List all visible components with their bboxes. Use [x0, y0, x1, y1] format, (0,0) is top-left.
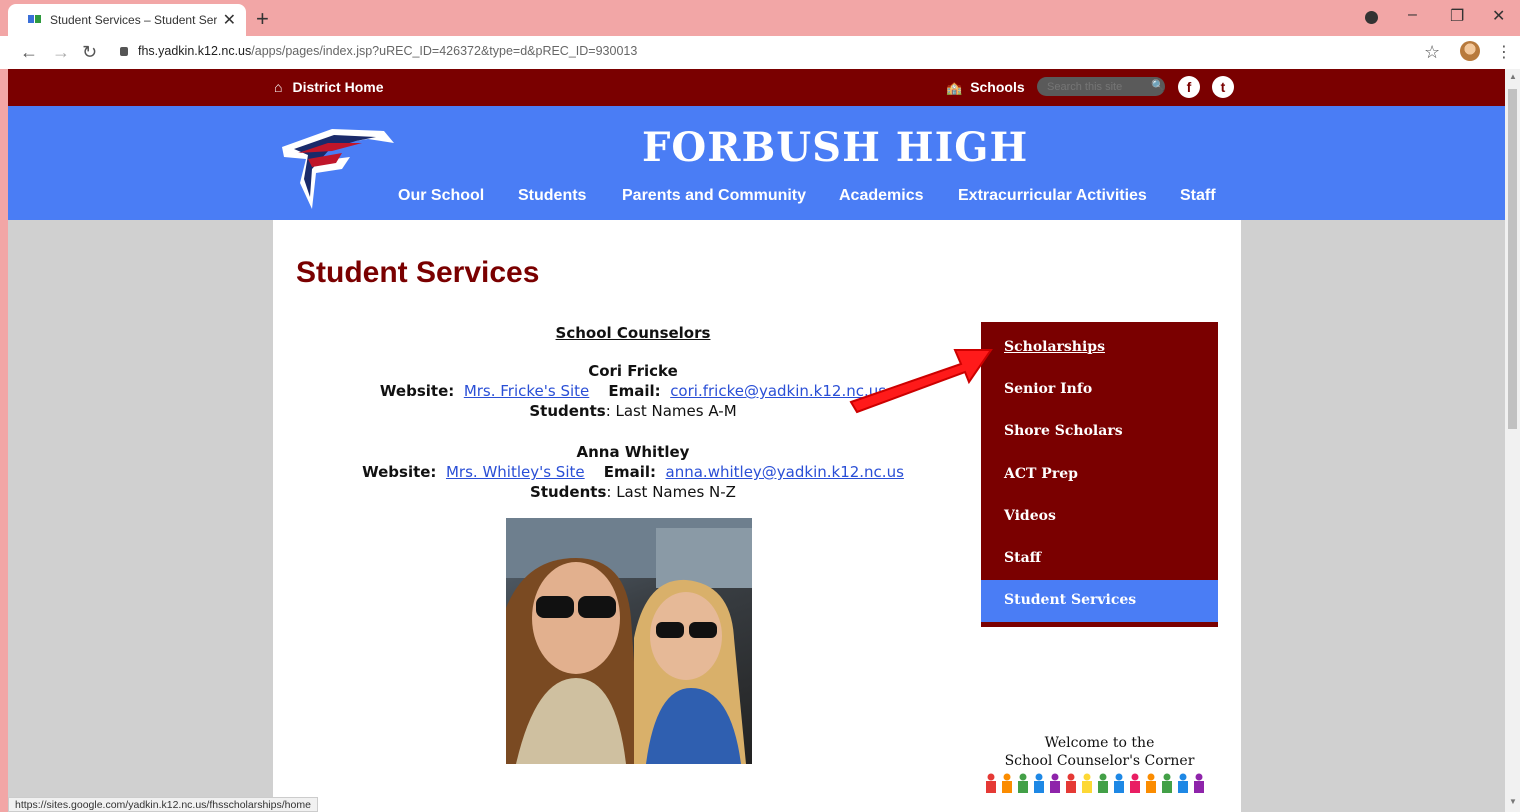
menu-item-act-prep[interactable]: ACT Prep: [1004, 466, 1078, 482]
counselors-photo: [506, 518, 752, 764]
page-title: Student Services: [296, 256, 540, 289]
link-status-bar: https://sites.google.com/yadkin.k12.nc.u…: [8, 797, 318, 812]
menu-item-scholarships[interactable]: Scholarships: [1004, 339, 1105, 355]
counselor-email-link[interactable]: anna.whitley@yadkin.k12.nc.us: [666, 463, 904, 481]
back-icon[interactable]: ←: [20, 42, 38, 63]
browser-menu-icon[interactable]: ⋮: [1496, 42, 1512, 62]
menu-item-shore-scholars[interactable]: Shore Scholars: [1004, 423, 1123, 439]
school-header: FORBUSH HIGH Our School Students Parents…: [8, 106, 1505, 220]
menu-item-senior-info[interactable]: Senior Info: [1004, 381, 1092, 397]
email-label: Email:: [603, 463, 656, 481]
chrome-profile-icon[interactable]: [1365, 11, 1378, 24]
students-label: Students: [530, 483, 607, 501]
scrollbar-thumb[interactable]: [1508, 89, 1517, 429]
nav-academics[interactable]: Academics: [839, 187, 924, 205]
annotation-arrow-icon: [849, 349, 993, 414]
district-home-link[interactable]: ⌂ District Home: [274, 79, 384, 95]
browser-tab[interactable]: Student Services – Student Servic ✕: [8, 4, 246, 36]
scroll-down-icon[interactable]: ▼: [1509, 797, 1517, 806]
schools-label: Schools: [970, 79, 1025, 95]
restore-icon[interactable]: ❐: [1450, 6, 1464, 26]
nav-parents-community[interactable]: Parents and Community: [622, 187, 806, 205]
home-icon: ⌂: [274, 79, 283, 95]
scroll-up-icon[interactable]: ▲: [1509, 72, 1517, 81]
lock-icon: [120, 47, 128, 56]
welcome-line-1: Welcome to the: [1044, 735, 1155, 751]
close-window-icon[interactable]: ✕: [1492, 6, 1505, 26]
tab-close-icon[interactable]: ✕: [223, 10, 236, 30]
browser-tab-bar: Student Services – Student Servic ✕ + – …: [0, 0, 1520, 36]
site-favicon-icon: [28, 15, 42, 25]
profile-avatar[interactable]: [1460, 41, 1480, 61]
tab-title: Student Services – Student Servic: [50, 13, 217, 27]
page-viewport: ⌂ District Home 🏫 Schools 🔍 f t FORBUSH HI…: [8, 69, 1505, 812]
nav-staff[interactable]: Staff: [1180, 187, 1216, 205]
menu-item-student-services[interactable]: Student Services: [1004, 592, 1136, 608]
email-label: Email:: [608, 382, 661, 400]
counselor-name: Cori Fricke: [588, 362, 678, 380]
counselor-corner-graphic: Welcome to the School Counselor's Corner: [981, 734, 1218, 794]
district-top-bar: ⌂ District Home 🏫 Schools 🔍 f t: [8, 69, 1505, 106]
paper-people-icon: [986, 773, 1204, 793]
counselor-card: Anna Whitley Website: Mrs. Whitley's Sit…: [333, 442, 933, 502]
counselor-website-link[interactable]: Mrs. Whitley's Site: [446, 463, 585, 481]
counselor-website-link[interactable]: Mrs. Fricke's Site: [464, 382, 589, 400]
twitter-icon[interactable]: t: [1212, 76, 1234, 98]
welcome-line-2: School Counselor's Corner: [1004, 753, 1195, 769]
nav-extracurricular[interactable]: Extracurricular Activities: [958, 187, 1147, 205]
facebook-icon[interactable]: f: [1178, 76, 1200, 98]
url-field[interactable]: fhs.yadkin.k12.nc.us/apps/pages/index.js…: [120, 44, 637, 58]
website-label: Website:: [362, 463, 437, 481]
district-home-label: District Home: [292, 79, 384, 95]
menu-item-videos[interactable]: Videos: [1004, 508, 1056, 524]
counselors-photo-illustration: [506, 518, 752, 764]
nav-our-school[interactable]: Our School: [398, 187, 484, 205]
students-range: : Last Names A-M: [605, 402, 737, 420]
page-scrollbar[interactable]: ▲ ▼: [1505, 69, 1520, 812]
search-icon[interactable]: 🔍: [1151, 79, 1165, 92]
forward-icon[interactable]: →: [52, 42, 70, 63]
main-content: Student Services School Counselors Cori …: [273, 220, 1241, 812]
site-search-input[interactable]: [1037, 77, 1165, 96]
side-menu: Scholarships Senior Info Shore Scholars …: [981, 322, 1218, 627]
url-host: fhs.yadkin.k12.nc.us: [138, 44, 252, 58]
website-label: Website:: [379, 382, 455, 400]
url-path: /apps/pages/index.jsp?uREC_ID=426372&typ…: [251, 44, 638, 58]
minimize-icon[interactable]: –: [1408, 6, 1417, 24]
students-range: : Last Names N-Z: [606, 483, 736, 501]
school-building-icon: 🏫: [946, 80, 963, 95]
students-label: Students: [529, 402, 606, 420]
school-title: FORBUSH HIGH: [642, 124, 1029, 171]
counselors-heading: School Counselors: [555, 324, 711, 342]
nav-students[interactable]: Students: [518, 187, 586, 205]
address-bar: ← → ↻ fhs.yadkin.k12.nc.us/apps/pages/in…: [0, 36, 1520, 69]
bookmark-star-icon[interactable]: ☆: [1424, 42, 1440, 63]
school-logo[interactable]: [272, 109, 397, 219]
new-tab-button[interactable]: +: [256, 6, 269, 32]
counselor-name: Anna Whitley: [576, 443, 690, 461]
reload-icon[interactable]: ↻: [82, 42, 97, 63]
menu-item-staff[interactable]: Staff: [1004, 550, 1041, 566]
schools-menu[interactable]: 🏫 Schools: [946, 79, 1025, 96]
